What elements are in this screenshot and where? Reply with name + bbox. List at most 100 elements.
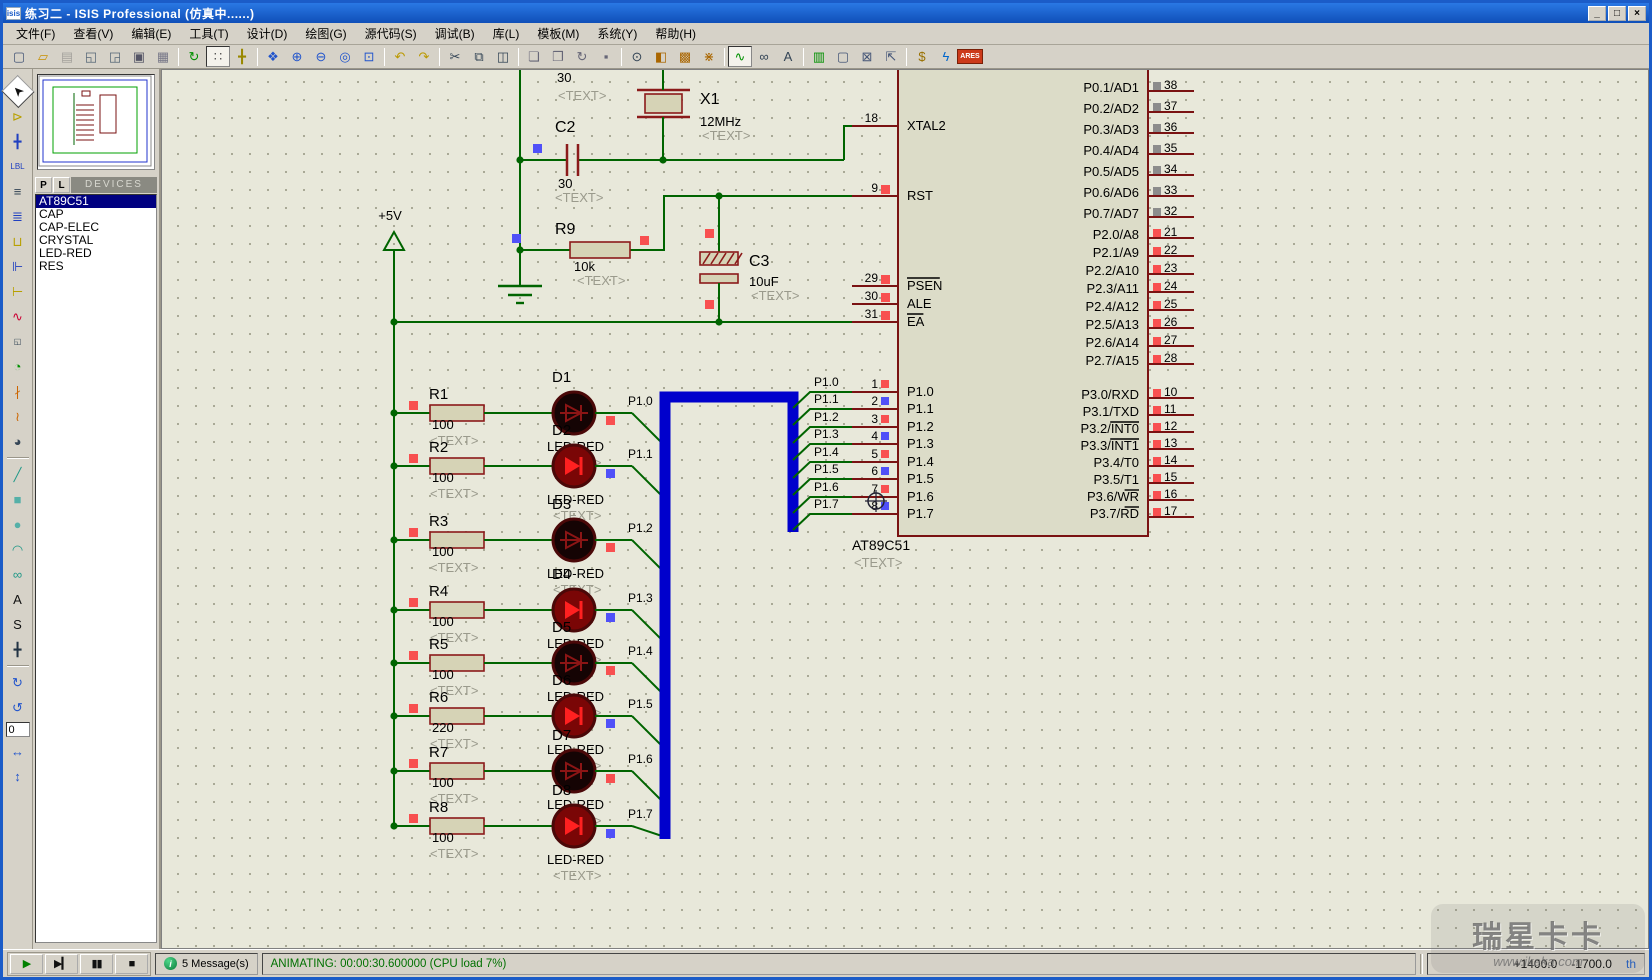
- graph-tool[interactable]: ∿: [6, 305, 30, 328]
- decompose-button[interactable]: ⋇: [697, 46, 721, 67]
- print-button[interactable]: ▣: [127, 46, 151, 67]
- redo-button[interactable]: ↷: [412, 46, 436, 67]
- block-move-button[interactable]: ❒: [546, 46, 570, 67]
- bill-of-materials-button[interactable]: $: [910, 46, 934, 67]
- search-tags-button[interactable]: ∞: [752, 46, 776, 67]
- 2d-line-tool[interactable]: ╱: [6, 463, 30, 486]
- menu-item-0[interactable]: 文件(F): [7, 23, 64, 44]
- message-panel[interactable]: i 5 Message(s): [155, 953, 258, 975]
- menu-item-7[interactable]: 调试(B): [426, 23, 484, 44]
- block-rotate-button[interactable]: ↻: [570, 46, 594, 67]
- pick-device-button[interactable]: ⊙: [625, 46, 649, 67]
- paste-button[interactable]: ◫: [491, 46, 515, 67]
- mcu-p1-pins[interactable]: 1P1.02P1.13P1.24P1.35P1.46P1.57P1.68P1.7: [852, 377, 934, 521]
- stop-button[interactable]: ■: [115, 954, 148, 974]
- generator-tool[interactable]: ◔: [6, 355, 30, 378]
- schematic-canvas[interactable]: AT89C51<TEXT>18XTAL29RST29PSEN30ALE31EA1…: [161, 69, 1649, 949]
- copy-button[interactable]: ⧉: [467, 46, 491, 67]
- pan-view-button[interactable]: ❖: [261, 46, 285, 67]
- zoom-all-button[interactable]: ◎: [333, 46, 357, 67]
- redraw-button[interactable]: ↻: [182, 46, 206, 67]
- 2d-circle-tool[interactable]: ●: [6, 513, 30, 536]
- xtal2-wire[interactable]: [844, 126, 852, 160]
- library-manage-button[interactable]: L: [53, 177, 70, 193]
- netlist-to-ares-button[interactable]: ARES: [958, 46, 982, 67]
- tape-recorder-tool[interactable]: ◱: [6, 330, 30, 353]
- zoom-area-button[interactable]: ⊡: [357, 46, 381, 67]
- led-D8[interactable]: D8LED-RED<TEXT>P1.7: [547, 782, 665, 883]
- new-sheet-button[interactable]: ▢: [831, 46, 855, 67]
- zoom-in-button[interactable]: ⊕: [285, 46, 309, 67]
- goto-sheet-button[interactable]: ⇱: [879, 46, 903, 67]
- ground-net[interactable]: [498, 70, 542, 303]
- save-file-button[interactable]: ▤: [55, 46, 79, 67]
- wire-label-tool[interactable]: LBL: [6, 155, 30, 178]
- mark-output-area-button[interactable]: ▦: [151, 46, 175, 67]
- export-section-button[interactable]: ◲: [103, 46, 127, 67]
- toggle-grid-button[interactable]: ∷: [206, 46, 230, 67]
- 2d-symbol-tool[interactable]: S: [6, 613, 30, 636]
- resistor-R3[interactable]: R3100<TEXT>: [390, 513, 553, 575]
- import-section-button[interactable]: ◱: [79, 46, 103, 67]
- resistor-R4[interactable]: R4100<TEXT>: [390, 583, 553, 645]
- electrical-rules-check-button[interactable]: ϟ: [934, 46, 958, 67]
- rotate-ccw-tool[interactable]: ↺: [6, 696, 30, 719]
- remove-sheet-button[interactable]: ⊠: [855, 46, 879, 67]
- maximize-button[interactable]: □: [1608, 6, 1626, 21]
- device-pin-tool[interactable]: ⊢: [6, 280, 30, 303]
- resistor-R7[interactable]: R7100<TEXT>: [390, 744, 553, 806]
- new-file-button[interactable]: ▢: [7, 46, 31, 67]
- voltage-probe-tool[interactable]: ∤: [6, 380, 30, 403]
- resistor-R9[interactable]: R910k<TEXT>: [512, 192, 852, 288]
- subcircuit-tool[interactable]: ⊔: [6, 230, 30, 253]
- bus-tool[interactable]: ≣: [6, 205, 30, 228]
- text-script-tool[interactable]: ≡: [6, 180, 30, 203]
- play-button[interactable]: ▶: [10, 954, 43, 974]
- property-assignment-button[interactable]: A: [776, 46, 800, 67]
- pause-button[interactable]: ▮▮: [80, 954, 113, 974]
- block-copy-button[interactable]: ❏: [522, 46, 546, 67]
- junction-tool[interactable]: ╋: [6, 130, 30, 153]
- overview-minimap[interactable]: [37, 74, 155, 170]
- p1-bus-entries[interactable]: P1.0P1.1P1.2P1.3P1.4P1.5P1.6P1.7: [793, 375, 852, 530]
- p1-bus[interactable]: [665, 397, 793, 839]
- capacitor-C2[interactable]: C230<TEXT>: [520, 119, 844, 205]
- menu-item-10[interactable]: 系统(Y): [588, 23, 646, 44]
- capacitor-C3[interactable]: C310uF<TEXT>: [700, 196, 799, 322]
- block-delete-button[interactable]: ▪: [594, 46, 618, 67]
- rotate-cw-tool[interactable]: ↻: [6, 671, 30, 694]
- pick-parts-button[interactable]: P: [35, 177, 52, 193]
- menu-item-3[interactable]: 工具(T): [180, 23, 237, 44]
- open-file-button[interactable]: ▱: [31, 46, 55, 67]
- crystal-X1[interactable]: X112MHz<TEXT>: [637, 70, 750, 160]
- mirror-horizontal-tool[interactable]: ↔: [6, 740, 30, 763]
- resistor-R5[interactable]: R5100<TEXT>: [390, 636, 553, 698]
- make-device-button[interactable]: ◧: [649, 46, 673, 67]
- menu-item-5[interactable]: 绘图(G): [296, 23, 355, 44]
- minimize-button[interactable]: _: [1588, 6, 1606, 21]
- close-button[interactable]: ×: [1628, 6, 1646, 21]
- title-bar[interactable]: isis 练习二 - ISIS Professional (仿真中......)…: [3, 3, 1649, 23]
- design-explorer-button[interactable]: ▥: [807, 46, 831, 67]
- resistor-R6[interactable]: R6220<TEXT>: [390, 689, 553, 751]
- resistor-R2[interactable]: R2100<TEXT>: [390, 439, 553, 501]
- current-probe-tool[interactable]: ≀: [6, 405, 30, 428]
- menu-item-1[interactable]: 查看(V): [64, 23, 122, 44]
- zoom-out-button[interactable]: ⊖: [309, 46, 333, 67]
- false-origin-button[interactable]: ╋: [230, 46, 254, 67]
- mirror-vertical-tool[interactable]: ↕: [6, 765, 30, 788]
- instruments-tool[interactable]: ◕: [6, 430, 30, 453]
- menu-item-9[interactable]: 模板(M): [528, 23, 588, 44]
- 2d-path-tool[interactable]: ∞: [6, 563, 30, 586]
- packaging-tool-button[interactable]: ▩: [673, 46, 697, 67]
- cut-button[interactable]: ✂: [443, 46, 467, 67]
- menu-item-11[interactable]: 帮助(H): [646, 23, 705, 44]
- rotation-angle-input[interactable]: [6, 722, 30, 737]
- device-list[interactable]: AT89C51CAPCAP-ELECCRYSTALLED-REDRES: [35, 194, 157, 943]
- step-button[interactable]: ▶▎: [45, 954, 78, 974]
- device-item-RES[interactable]: RES: [36, 260, 156, 273]
- menu-item-6[interactable]: 源代码(S): [356, 23, 426, 44]
- terminal-tool[interactable]: ⊩: [6, 255, 30, 278]
- 2d-arc-tool[interactable]: ◠: [6, 538, 30, 561]
- 2d-box-tool[interactable]: ■: [6, 488, 30, 511]
